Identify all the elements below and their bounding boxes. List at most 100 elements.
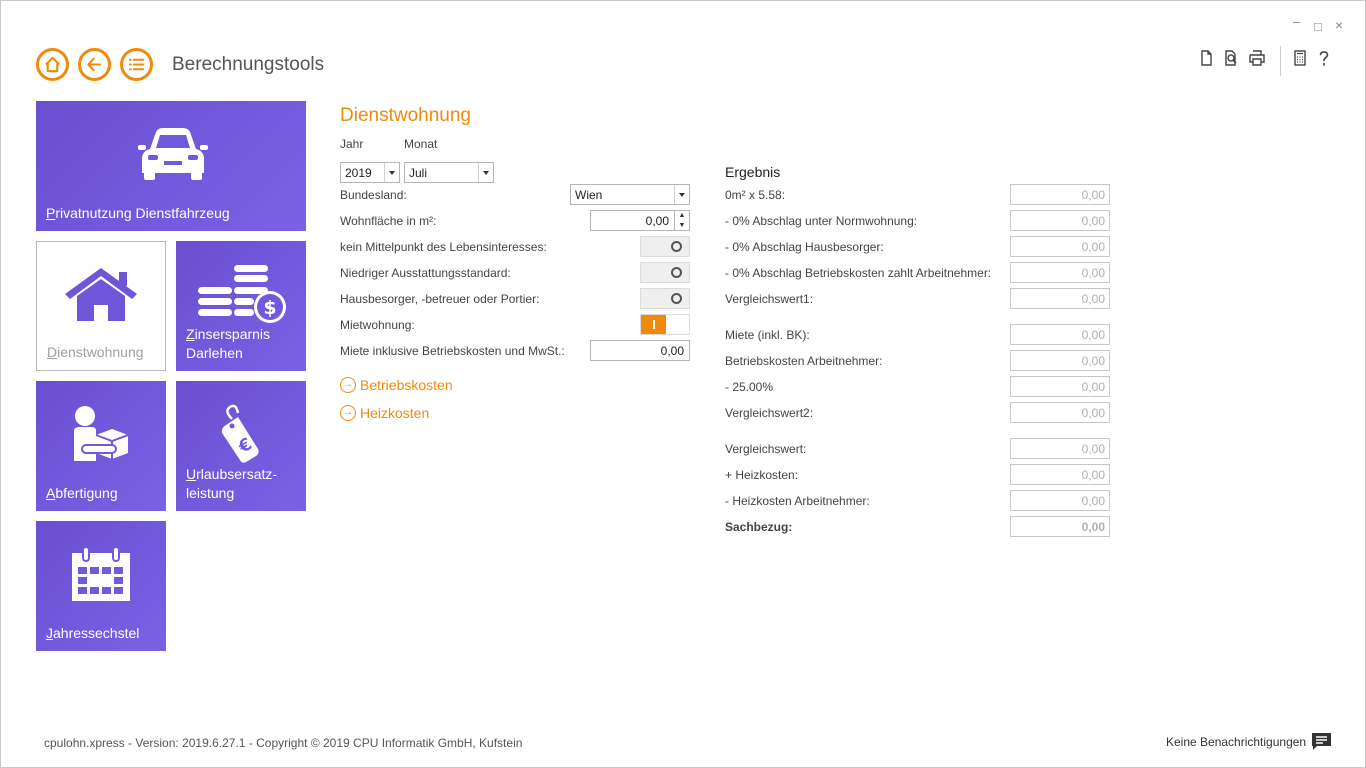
result-label: - Heizkosten Arbeitnehmer: bbox=[725, 494, 870, 508]
miete-label: Miete inklusive Betriebskosten und MwSt.… bbox=[340, 344, 565, 358]
result-label: - 25.00% bbox=[725, 380, 774, 394]
toggle-mietwohnung[interactable] bbox=[640, 314, 690, 335]
tile-label: Privatnutzung Dienstfahrzeug bbox=[46, 205, 230, 221]
toggle-knob bbox=[664, 289, 689, 308]
result-label: - 0% Abschlag Betriebskosten zahlt Arbei… bbox=[725, 266, 992, 280]
result-value: 0,00 bbox=[1010, 262, 1110, 283]
toggle-label: Hausbesorger, -betreuer oder Portier: bbox=[340, 292, 540, 306]
result-value: 0,00 bbox=[1010, 464, 1110, 485]
minimize-button[interactable]: – bbox=[1293, 14, 1300, 29]
result-label: Betriebskosten Arbeitnehmer: bbox=[725, 354, 883, 368]
toggle-label: kein Mittelpunkt des Lebensinteresses: bbox=[340, 240, 547, 254]
document-icon[interactable] bbox=[1196, 48, 1216, 68]
result-value: 0,00 bbox=[1010, 184, 1110, 205]
car-icon bbox=[136, 125, 210, 188]
result-value: 0,00 bbox=[1010, 210, 1110, 231]
back-button[interactable] bbox=[78, 48, 111, 81]
tile-label: Dienstwohnung bbox=[47, 344, 144, 360]
toggle-label: Mietwohnung: bbox=[340, 318, 415, 332]
miete-input[interactable]: 0,00 bbox=[590, 340, 690, 361]
stepper-up-icon[interactable]: ▲ bbox=[675, 211, 689, 221]
result-value: 0,00 bbox=[1010, 376, 1110, 397]
arrow-right-circle-icon: → bbox=[340, 405, 356, 421]
chevron-down-icon[interactable] bbox=[384, 163, 399, 182]
help-icon[interactable] bbox=[1314, 48, 1334, 68]
bundesland-select[interactable]: Wien bbox=[570, 184, 690, 205]
link-label: Betriebskosten bbox=[360, 377, 453, 393]
message-icon[interactable] bbox=[1311, 732, 1332, 751]
wohnflaeche-input[interactable]: 0,00 bbox=[590, 210, 675, 231]
bundesland-value: Wien bbox=[575, 188, 603, 202]
chevron-down-icon[interactable] bbox=[674, 185, 689, 204]
tile-label: Jahressechstel bbox=[46, 625, 140, 641]
euro-tag-icon: € bbox=[218, 403, 264, 470]
tile-dienstwohnung[interactable]: Dienstwohnung bbox=[36, 241, 166, 371]
result-value: 0,00 bbox=[1010, 288, 1110, 309]
home-icon bbox=[45, 56, 60, 73]
result-label: Vergleichswert1: bbox=[725, 292, 814, 306]
year-value: 2019 bbox=[345, 166, 372, 180]
person-package-icon bbox=[72, 405, 130, 468]
toggle-ausstattungsstandard[interactable] bbox=[640, 262, 690, 283]
arrow-right-circle-icon: → bbox=[340, 377, 356, 393]
toggle-mittelpunkt[interactable] bbox=[640, 236, 690, 257]
calendar-icon bbox=[70, 545, 132, 608]
toggle-knob bbox=[664, 263, 689, 282]
result-value: 0,00 bbox=[1010, 438, 1110, 459]
year-label: Jahr bbox=[340, 137, 364, 151]
result-label: Vergleichswert: bbox=[725, 442, 807, 456]
result-value: 0,00 bbox=[1010, 236, 1110, 257]
wohnflaeche-label: Wohnfläche in m²: bbox=[340, 214, 437, 228]
result-value: 0,00 bbox=[1010, 324, 1110, 345]
stepper-down-icon[interactable]: ▼ bbox=[675, 221, 689, 231]
result-label: Miete (inkl. BK): bbox=[725, 328, 810, 342]
result-label: + Heizkosten: bbox=[725, 468, 799, 482]
print-icon[interactable] bbox=[1247, 48, 1267, 68]
search-document-icon[interactable] bbox=[1221, 48, 1241, 68]
maximize-button[interactable]: □ bbox=[1314, 19, 1322, 34]
toolbar-divider bbox=[1280, 46, 1281, 76]
toggle-label: Niedriger Ausstattungsstandard: bbox=[340, 266, 511, 280]
tile-label: Zinsersparnis Darlehen bbox=[186, 326, 271, 361]
section-title: Dienstwohnung bbox=[340, 105, 471, 126]
menu-button[interactable] bbox=[120, 48, 153, 81]
heizkosten-link[interactable]: → Heizkosten bbox=[340, 405, 429, 421]
version-info: cpulohn.xpress - Version: 2019.6.27.1 - … bbox=[44, 736, 523, 750]
close-button[interactable]: × bbox=[1335, 17, 1343, 33]
calculator-icon[interactable] bbox=[1290, 48, 1310, 68]
bundesland-label: Bundesland: bbox=[340, 188, 407, 202]
month-select[interactable]: Juli bbox=[404, 162, 494, 183]
tile-label: Urlaubsersatz-leistung bbox=[186, 466, 278, 501]
home-button[interactable] bbox=[36, 48, 69, 81]
tile-urlaubsersatzleistung[interactable]: € Urlaubsersatz-leistung bbox=[176, 381, 306, 511]
svg-text:$: $ bbox=[263, 297, 276, 319]
coins-dollar-icon: $ bbox=[196, 263, 288, 330]
list-menu-icon bbox=[128, 58, 145, 71]
page-title: Berechnungstools bbox=[172, 54, 325, 75]
toggle-knob bbox=[664, 237, 689, 256]
toggle-hausbesorger[interactable] bbox=[640, 288, 690, 309]
wohnflaeche-stepper[interactable]: ▲ ▼ bbox=[675, 210, 690, 231]
notifications-label[interactable]: Keine Benachrichtigungen bbox=[1166, 735, 1306, 749]
tile-zinsersparnis-darlehen[interactable]: $ Zinsersparnis Darlehen bbox=[176, 241, 306, 371]
tile-privatnutzung-dienstfahrzeug[interactable]: Privatnutzung Dienstfahrzeug bbox=[36, 101, 306, 231]
result-label: - 0% Abschlag Hausbesorger: bbox=[725, 240, 884, 254]
betriebskosten-link[interactable]: → Betriebskosten bbox=[340, 377, 453, 393]
tile-abfertigung[interactable]: Abfertigung bbox=[36, 381, 166, 511]
house-icon bbox=[61, 266, 141, 327]
result-value: 0,00 bbox=[1010, 402, 1110, 423]
result-title: Ergebnis bbox=[725, 164, 781, 180]
month-label: Monat bbox=[404, 137, 438, 151]
result-label: - 0% Abschlag unter Normwohnung: bbox=[725, 214, 918, 228]
sachbezug-value: 0,00 bbox=[1010, 516, 1110, 537]
back-arrow-icon bbox=[87, 57, 102, 72]
result-label: 0m² x 5.58: bbox=[725, 188, 786, 202]
year-select[interactable]: 2019 bbox=[340, 162, 400, 183]
chevron-down-icon[interactable] bbox=[478, 163, 493, 182]
tile-jahressechstel[interactable]: Jahressechstel bbox=[36, 521, 166, 651]
toggle-knob bbox=[641, 315, 666, 334]
sachbezug-label: Sachbezug: bbox=[725, 520, 793, 534]
result-value: 0,00 bbox=[1010, 490, 1110, 511]
link-label: Heizkosten bbox=[360, 405, 430, 421]
result-value: 0,00 bbox=[1010, 350, 1110, 371]
